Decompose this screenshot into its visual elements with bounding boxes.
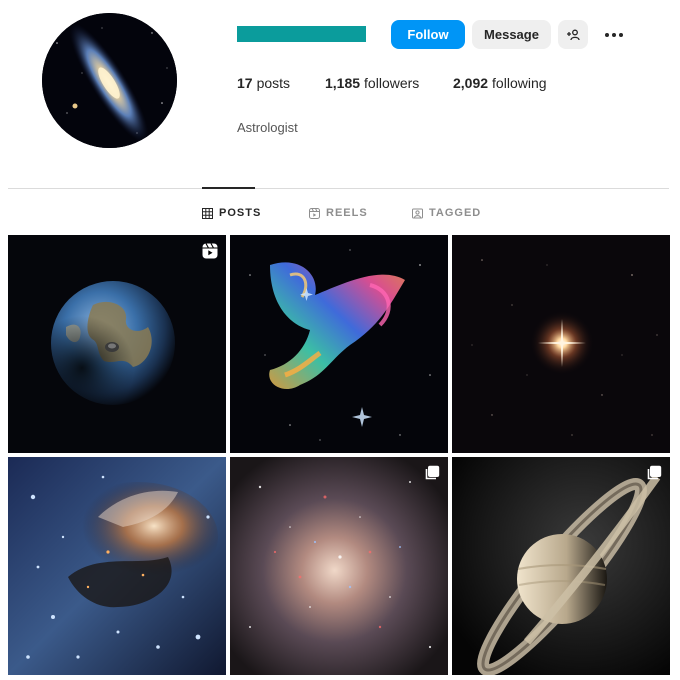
galaxy-avatar-image	[42, 13, 177, 148]
following-count[interactable]: 2,092 following	[453, 75, 547, 91]
posts-count: 17 posts	[237, 75, 290, 91]
following-count-value: 2,092	[453, 75, 489, 91]
tabs-divider	[8, 188, 669, 189]
posts-count-label: posts	[256, 75, 291, 91]
tab-tagged-label: TAGGED	[429, 207, 482, 219]
carousel-icon	[647, 465, 662, 480]
active-tab-indicator	[202, 187, 255, 189]
message-button[interactable]: Message	[472, 20, 551, 49]
posts-count-value: 17	[237, 75, 253, 91]
tab-tagged[interactable]: TAGGED	[412, 205, 481, 221]
carousel-icon	[425, 465, 440, 480]
followers-count-label: followers	[364, 75, 420, 91]
post-tile-bright-star[interactable]	[452, 235, 670, 453]
followers-count[interactable]: 1,185 followers	[325, 75, 419, 91]
profile-avatar[interactable]	[42, 13, 177, 148]
tagged-icon	[412, 208, 423, 218]
tab-reels-label: REELS	[326, 207, 368, 219]
profile-bio: Astrologist	[237, 120, 298, 135]
post-tile-star-forming-region[interactable]	[8, 457, 226, 675]
followers-count-value: 1,185	[325, 75, 361, 91]
tab-posts-label: POSTS	[219, 207, 262, 219]
suggest-button[interactable]	[558, 20, 588, 49]
star-forming-region-image	[8, 457, 226, 675]
post-tile-colorful-nebula[interactable]	[230, 235, 448, 453]
follow-button[interactable]: Follow	[391, 20, 465, 49]
tab-reels[interactable]: REELS	[309, 205, 368, 221]
spiral-galaxy-image	[230, 457, 448, 675]
colorful-nebula-image	[230, 235, 448, 453]
reels-icon	[309, 207, 320, 219]
reel-icon	[202, 243, 218, 259]
add-person-icon	[567, 29, 580, 40]
bright-star-image	[452, 235, 670, 453]
ellipsis-icon	[605, 32, 623, 37]
post-tile-earth[interactable]	[8, 235, 226, 453]
following-count-label: following	[492, 75, 547, 91]
more-options-button[interactable]	[599, 20, 629, 49]
post-tile-saturn[interactable]	[452, 457, 670, 675]
grid-icon	[202, 207, 213, 219]
earth-image	[8, 235, 226, 453]
username-bar	[237, 26, 366, 42]
tab-posts[interactable]: POSTS	[202, 205, 261, 221]
post-tile-spiral-galaxy[interactable]	[230, 457, 448, 675]
saturn-image	[452, 457, 670, 675]
